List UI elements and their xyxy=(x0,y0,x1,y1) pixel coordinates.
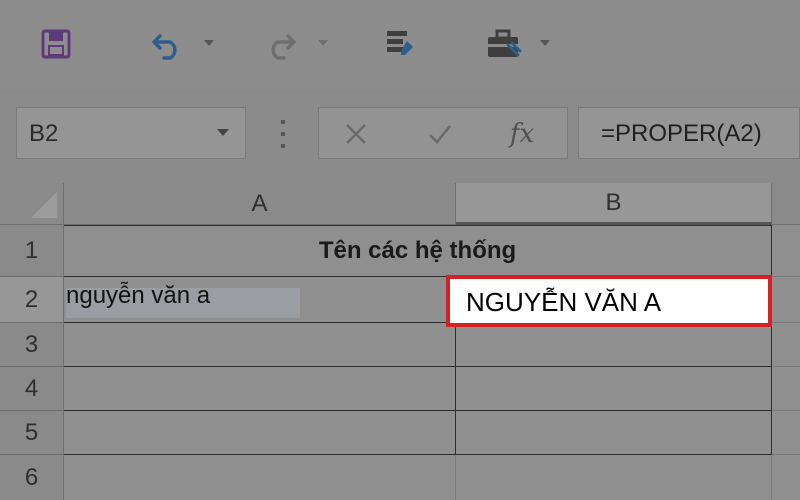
undo-button[interactable] xyxy=(148,24,188,64)
cell-c3[interactable] xyxy=(772,323,800,367)
save-button[interactable] xyxy=(36,24,76,64)
formula-input[interactable]: =PROPER(A2) xyxy=(578,107,800,159)
active-cell-b2[interactable]: NGUYỄN VĂN A xyxy=(446,275,772,327)
cell-c5[interactable] xyxy=(772,411,800,455)
form-button[interactable] xyxy=(380,24,420,64)
toolbox-icon xyxy=(488,29,522,57)
cell-b2-text: NGUYỄN VĂN A xyxy=(466,287,662,317)
cell-c4[interactable] xyxy=(772,367,800,411)
formula-bar-resize-handle[interactable] xyxy=(280,120,286,148)
enter-button[interactable] xyxy=(423,118,457,150)
row-header-6[interactable]: 6 xyxy=(0,455,64,500)
formula-controls: fx xyxy=(318,107,568,159)
cell-b5[interactable] xyxy=(456,411,772,455)
row-header-5[interactable]: 5 xyxy=(0,411,64,455)
row-header-3[interactable]: 3 xyxy=(0,323,64,367)
column-header-c-partial[interactable] xyxy=(772,183,800,225)
cell-a1-merged-title[interactable]: Tên các hệ thống xyxy=(64,225,772,277)
cell-c2[interactable] xyxy=(772,277,800,323)
form-icon xyxy=(387,31,413,55)
name-box-value: B2 xyxy=(29,120,59,147)
close-icon xyxy=(346,124,366,144)
redo-dropdown-icon[interactable] xyxy=(318,40,328,46)
cell-b3[interactable] xyxy=(456,323,772,367)
cell-a2-text: nguyễn văn a xyxy=(66,282,211,309)
customize-toolbar-dropdown-icon[interactable] xyxy=(540,40,550,46)
formula-text: =PROPER(A2) xyxy=(601,120,762,147)
cell-b4[interactable] xyxy=(456,367,772,411)
quick-access-toolbar xyxy=(0,0,800,90)
save-icon xyxy=(41,29,71,59)
name-box-dropdown-icon[interactable] xyxy=(217,129,229,136)
cancel-button[interactable] xyxy=(339,118,373,150)
cell-a4[interactable] xyxy=(64,367,456,411)
fx-icon: fx xyxy=(509,119,535,149)
toolbox-button[interactable] xyxy=(482,24,526,64)
row-header-1[interactable]: 1 xyxy=(0,225,64,277)
row-header-2[interactable]: 2 xyxy=(0,277,64,323)
check-icon xyxy=(429,125,451,144)
redo-button[interactable] xyxy=(260,24,300,64)
name-box[interactable]: B2 xyxy=(16,107,246,159)
cell-b6[interactable] xyxy=(456,455,772,500)
undo-dropdown-icon[interactable] xyxy=(204,40,214,46)
cell-c1[interactable] xyxy=(772,225,800,277)
insert-function-button[interactable]: fx xyxy=(505,118,539,150)
cell-a6[interactable] xyxy=(64,455,456,500)
cell-c6[interactable] xyxy=(772,455,800,500)
row-header-4[interactable]: 4 xyxy=(0,367,64,411)
undo-icon xyxy=(152,34,177,60)
select-all-triangle-icon xyxy=(31,192,57,218)
cell-a3[interactable] xyxy=(64,323,456,367)
select-all-button[interactable] xyxy=(0,183,64,225)
column-header-b[interactable]: B xyxy=(456,183,772,225)
cell-a5[interactable] xyxy=(64,411,456,455)
column-header-a[interactable]: A xyxy=(64,183,456,225)
redo-icon xyxy=(271,34,296,60)
